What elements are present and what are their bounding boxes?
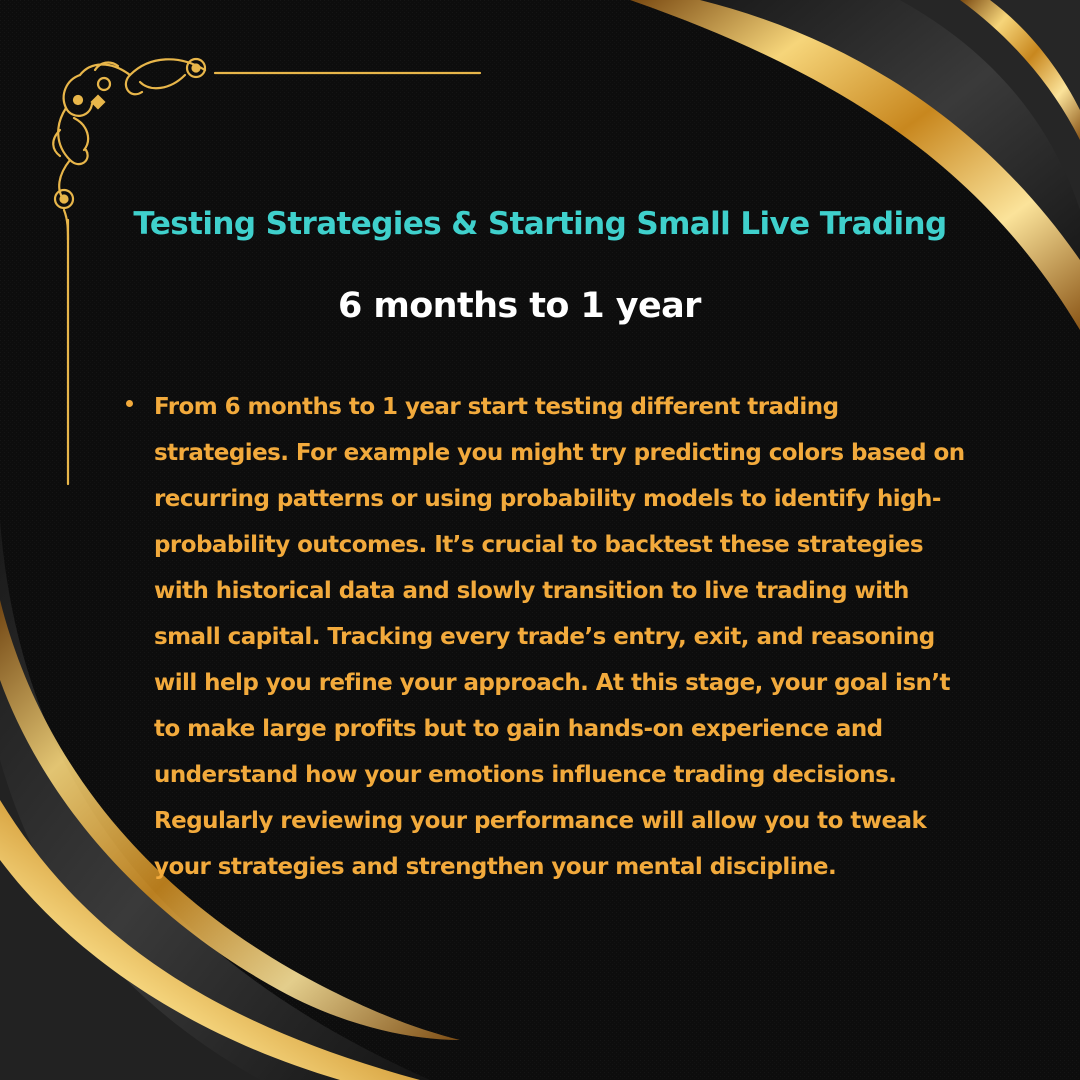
poster-canvas: Testing Strategies & Starting Small Live… [0,0,1080,1080]
bullet-text: From 6 months to 1 year start testing di… [154,394,965,880]
bullet-point-icon [126,400,133,407]
page-title: Testing Strategies & Starting Small Live… [133,206,947,242]
bullet-list: From 6 months to 1 year start testing di… [126,384,1006,890]
page-subtitle: 6 months to 1 year [338,286,701,326]
list-item: From 6 months to 1 year start testing di… [126,384,1006,890]
